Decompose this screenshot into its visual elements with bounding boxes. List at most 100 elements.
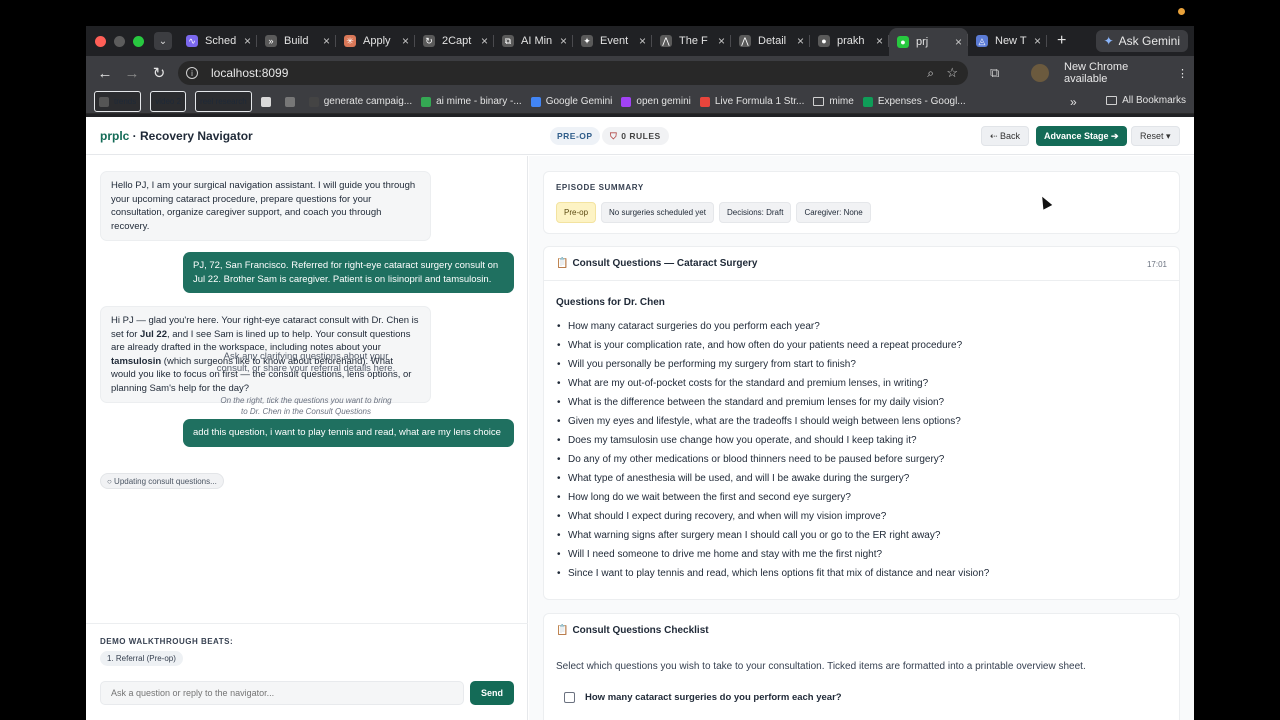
bookmark-item[interactable]: ai mime - binary -...: [421, 96, 522, 107]
tab-close-icon[interactable]: ×: [797, 34, 804, 48]
chat-pane: Hello PJ, I am your surgical navigation …: [86, 156, 528, 720]
checklist-item[interactable]: How many cataract surgeries do you perfo…: [564, 692, 842, 703]
tab-close-icon[interactable]: ×: [876, 34, 883, 48]
browser-tab[interactable]: ⧉ AI Min ×: [494, 29, 573, 53]
kebab-menu-icon[interactable]: ⋮: [1177, 67, 1188, 80]
browser-tab[interactable]: ● prakh ×: [810, 29, 889, 53]
all-bookmarks-button[interactable]: All Bookmarks: [1106, 95, 1186, 106]
question-item: Since I want to play tennis and read, wh…: [556, 564, 989, 583]
beat-chip-referral[interactable]: 1. Referral (Pre-op): [100, 651, 183, 666]
advance-stage-button[interactable]: Advance Stage ➔: [1036, 126, 1127, 146]
tab-favicon-icon: ●: [818, 35, 830, 47]
brand-prefix: prplc: [100, 128, 130, 143]
browser-tab[interactable]: » Build ×: [257, 29, 336, 53]
minimize-window-button[interactable]: [114, 35, 125, 47]
tab-close-icon[interactable]: ×: [323, 34, 330, 48]
bookmark-item[interactable]: Expenses - Googl...: [862, 96, 966, 107]
folder-icon: [1106, 96, 1118, 105]
back-button[interactable]: ⇠ Back: [981, 126, 1030, 146]
bookmark-label: video 2: [155, 97, 182, 106]
bookmark-item[interactable]: trends: [94, 91, 142, 112]
browser-tab[interactable]: ● prj ×: [889, 28, 968, 56]
tab-close-icon[interactable]: ×: [560, 34, 567, 48]
profile-avatar[interactable]: [1031, 64, 1049, 82]
tab-close-icon[interactable]: ×: [1034, 34, 1041, 48]
browser-tab[interactable]: ⋀ The F ×: [652, 29, 731, 53]
zoom-icon[interactable]: ⌕: [927, 66, 934, 81]
tab-strip: ⌄ ∿ Sched × » Build × ✳ Apply × ↻ 2Capt × ⧉ AI Min × ✦ E…: [86, 26, 1194, 56]
back-arrow-icon[interactable]: ←: [94, 62, 116, 84]
more-bookmarks-icon[interactable]: »: [1070, 95, 1077, 109]
bookmark-star-icon[interactable]: ☆: [946, 65, 958, 81]
bookmark-label: ai mime - binary -...: [436, 96, 522, 107]
site-info-icon[interactable]: i: [186, 67, 198, 79]
bookmark-favicon-icon: [530, 96, 541, 107]
browser-tab[interactable]: ⋀ Detail ×: [731, 29, 810, 53]
tab-list: ∿ Sched × » Build × ✳ Apply × ↻ 2Capt × ⧉ AI Min × ✦ Eve…: [178, 26, 1047, 56]
shield-icon: ⛉: [610, 130, 618, 141]
tab-close-icon[interactable]: ×: [955, 35, 962, 49]
tab-label: Detail: [758, 35, 787, 47]
bookmark-list: trends video 2 reel research generate campa…: [94, 91, 975, 112]
summary-chip: Pre-op: [556, 202, 597, 223]
bookmark-favicon-icon: [260, 96, 271, 107]
question-item: How many cataract surgeries do you perfo…: [556, 317, 989, 336]
consult-questions-card: 📋 Consult Questions — Cataract Surgery 1…: [543, 246, 1180, 600]
browser-tab[interactable]: ◬ New T ×: [968, 29, 1047, 53]
chat-input[interactable]: [100, 681, 464, 705]
fullscreen-window-button[interactable]: [133, 35, 144, 47]
new-tab-button[interactable]: +: [1057, 32, 1066, 50]
send-button[interactable]: Send: [470, 681, 514, 705]
episode-summary-card: EPISODE SUMMARY Pre-op No surgeries sched…: [543, 171, 1180, 234]
rules-pill[interactable]: ⛉ 0 RULES: [602, 127, 669, 145]
browser-tab[interactable]: ∿ Sched ×: [178, 29, 257, 53]
bookmark-item[interactable]: [284, 96, 300, 107]
tab-favicon-icon: ✳: [344, 35, 356, 47]
bookmark-item[interactable]: video 2: [150, 91, 187, 112]
bookmark-favicon-icon: [621, 96, 632, 107]
bookmark-item[interactable]: Google Gemini: [530, 96, 613, 107]
tab-close-icon[interactable]: ×: [481, 34, 488, 48]
browser-tab[interactable]: ↻ 2Capt ×: [415, 29, 494, 53]
bookmark-item[interactable]: mime: [813, 96, 854, 107]
url-text[interactable]: localhost:8099: [211, 66, 288, 80]
summary-chip: Decisions: Draft: [718, 202, 792, 223]
bookmark-label: trends: [114, 97, 137, 106]
checkbox[interactable]: [564, 692, 575, 703]
question-item: What warning signs after surgery mean I …: [556, 526, 989, 545]
clipboard-icon: 📋: [556, 625, 569, 636]
message-date: Jul 22: [140, 328, 167, 340]
bookmark-favicon-icon: [699, 96, 710, 107]
close-window-button[interactable]: [95, 35, 106, 47]
tab-close-icon[interactable]: ×: [402, 34, 409, 48]
tab-close-icon[interactable]: ×: [639, 34, 646, 48]
bookmark-item[interactable]: Live Formula 1 Str...: [699, 96, 804, 107]
bookmark-label: Expenses - Googl...: [877, 96, 966, 107]
extensions-icon[interactable]: ⧉: [990, 65, 999, 81]
browser-tab[interactable]: ✳ Apply ×: [336, 29, 415, 53]
new-chrome-button[interactable]: New Chrome available ⋮: [1058, 61, 1194, 85]
tab-label: AI Min: [521, 35, 553, 47]
tab-search-button[interactable]: ⌄: [154, 32, 172, 50]
reset-button[interactable]: Reset ▾: [1131, 126, 1180, 146]
bookmark-label: Google Gemini: [545, 96, 613, 107]
bookmark-item[interactable]: generate campaig...: [308, 96, 412, 107]
bookmark-label: mime: [829, 96, 854, 107]
tab-close-icon[interactable]: ×: [244, 34, 251, 48]
clipboard-icon: 📋: [556, 258, 569, 269]
ask-gemini-button[interactable]: ✦ Ask Gemini: [1095, 30, 1188, 52]
bookmark-item[interactable]: open gemini: [621, 96, 691, 107]
assistant-message: Hello PJ, I am your surgical navigation …: [100, 171, 431, 241]
tab-close-icon[interactable]: ×: [718, 34, 725, 48]
timestamp: 17:01: [1146, 260, 1167, 269]
forward-arrow-icon[interactable]: →: [121, 62, 143, 84]
bookmark-item[interactable]: [260, 96, 276, 107]
bookmark-item[interactable]: reel research: [195, 91, 252, 112]
reload-icon[interactable]: ↻: [148, 62, 170, 84]
question-item: What should I expect during recovery, an…: [556, 507, 989, 526]
address-bar[interactable]: i localhost:8099 ⌕ ☆: [178, 61, 968, 85]
checklist-title: 📋 Consult Questions Checklist: [556, 625, 709, 636]
browser-tab[interactable]: ✦ Event ×: [573, 29, 652, 53]
empty-state-subhint: On the right, tick the questions you wan…: [220, 396, 392, 416]
tab-favicon-icon: ⧉: [502, 35, 514, 47]
